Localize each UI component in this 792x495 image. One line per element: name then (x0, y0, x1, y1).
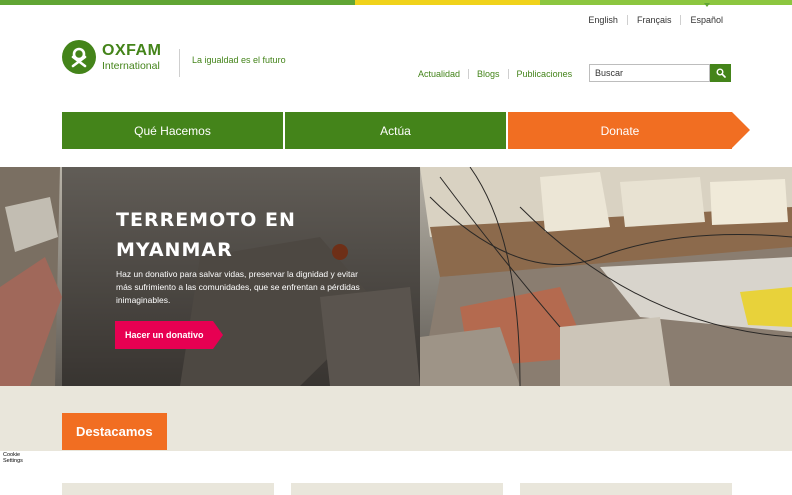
logo-line2: International (102, 59, 160, 72)
search-box (589, 64, 731, 82)
featured-card[interactable] (62, 483, 274, 495)
hero-banner: TERREMOTO EN MYANMAR Haz un donativo par… (0, 167, 792, 386)
main-nav-actua[interactable]: Actúa (285, 112, 506, 149)
search-input[interactable] (589, 64, 710, 82)
oxfam-logo-icon (62, 40, 96, 74)
search-button[interactable] (710, 64, 731, 82)
featured-heading: Destacamos (62, 413, 167, 450)
donate-cta-button[interactable]: Hacer un donativo (115, 321, 223, 349)
nav-publicaciones[interactable]: Publicaciones (507, 69, 581, 79)
oxfam-logo[interactable]: OXFAM International (62, 40, 161, 74)
logo-line1: OXFAM (102, 41, 162, 59)
featured-card[interactable] (291, 483, 503, 495)
hero-title: TERREMOTO EN MYANMAR (116, 209, 296, 261)
main-nav: Qué Hacemos Actúa Donate (62, 112, 750, 149)
stripe-yellow (355, 0, 540, 5)
cookie-settings-button[interactable]: Cookie Settings (3, 452, 23, 464)
search-icon (716, 68, 726, 78)
nav-blogs[interactable]: Blogs (468, 69, 508, 79)
hero-body: Haz un donativo para salvar vidas, prese… (116, 269, 360, 305)
featured-section: Destacamos (0, 386, 792, 495)
stripe-lightgreen (540, 0, 792, 5)
top-color-stripe (0, 0, 792, 5)
featured-card[interactable] (520, 483, 732, 495)
language-switcher: English Français Español (579, 3, 732, 25)
main-nav-que-hacemos[interactable]: Qué Hacemos (62, 112, 283, 149)
nav-actualidad[interactable]: Actualidad (410, 69, 468, 79)
main-nav-donate[interactable]: Donate (508, 112, 750, 149)
cookie-label-line2: Settings (3, 458, 23, 464)
tagline: La igualdad es el futuro (179, 49, 286, 77)
lang-french[interactable]: Français (626, 15, 681, 25)
utility-nav: Actualidad Blogs Publicaciones (410, 69, 580, 79)
lang-spanish[interactable]: Español (680, 3, 732, 25)
logo-text: OXFAM International (102, 41, 162, 72)
lang-english[interactable]: English (579, 15, 627, 25)
stripe-green (0, 0, 355, 5)
